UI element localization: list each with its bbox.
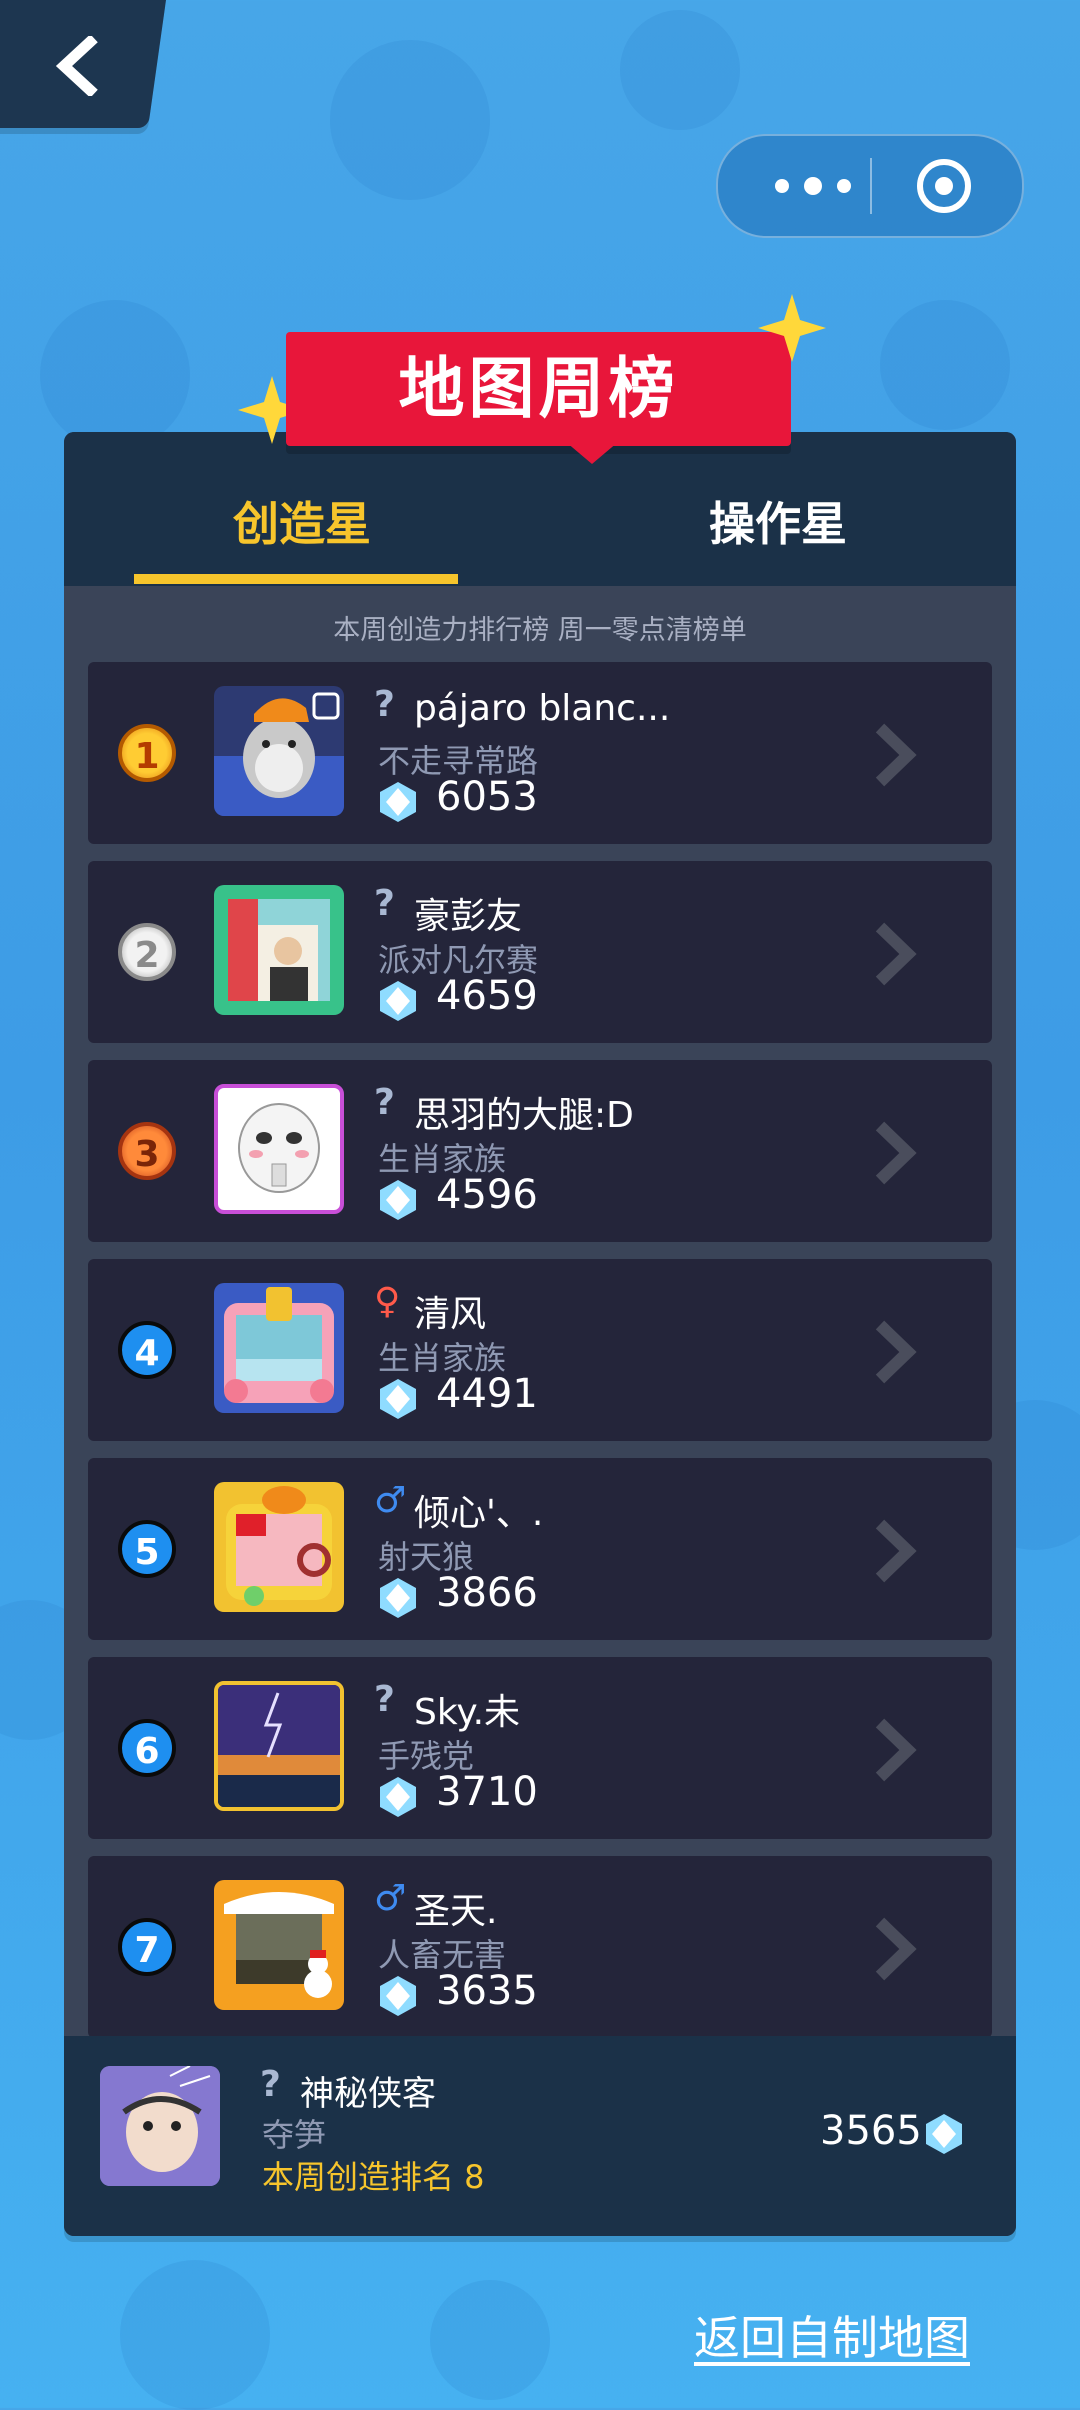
creation-score: 4659 [436, 973, 538, 1019]
ranking-row[interactable]: 7 ♂ 圣天. 人畜无害 3635 [88, 1856, 992, 2038]
chevron-right-icon[interactable] [864, 1715, 924, 1785]
gender-unknown-icon: ? [374, 883, 395, 924]
my-team: 夺笋 [262, 2116, 327, 2154]
title-banner: 地图周榜 [236, 292, 836, 492]
player-name: pájaro blanc... [414, 688, 671, 729]
avatar [214, 1482, 344, 1612]
diamond-icon [380, 1777, 416, 1817]
star-icon [758, 294, 826, 362]
gender-female-icon: ♀ [374, 1281, 401, 1322]
ranking-row[interactable]: 6 ? Sky.未 手残党 3710 [88, 1657, 992, 1839]
player-name: 思羽的大腿:D [414, 1095, 634, 1136]
rank-badge: 6 [118, 1719, 176, 1777]
chevron-right-icon[interactable] [864, 1516, 924, 1586]
diamond-icon [380, 981, 416, 1021]
diamond-icon [380, 1180, 416, 1220]
my-avatar [100, 2066, 220, 2186]
gender-unknown-icon: ? [374, 684, 395, 725]
miniprogram-capsule [716, 134, 1024, 238]
avatar [214, 885, 344, 1015]
creation-score: 4491 [436, 1371, 538, 1417]
gender-unknown-icon: ? [260, 2064, 281, 2105]
rank-badge: 7 [118, 1918, 176, 1976]
avatar [214, 1681, 344, 1811]
creation-score: 4596 [436, 1172, 538, 1218]
ranking-row[interactable]: 2 ? 豪彭友 派对凡尔赛 4659 [88, 861, 992, 1043]
my-weekly-rank: 本周创造排名 8 [262, 2158, 485, 2196]
chevron-right-icon[interactable] [864, 919, 924, 989]
gender-male-icon: ♂ [374, 1878, 407, 1919]
avatar [214, 1283, 344, 1413]
diamond-icon [380, 1578, 416, 1618]
ranking-row[interactable]: 5 ♂ 倾心'、. 射天狼 3866 [88, 1458, 992, 1640]
creation-score: 3635 [436, 1968, 538, 2014]
page-title: 地图周榜 [398, 350, 679, 427]
ranking-row[interactable]: 1 ? pájaro blanc... 不走寻常路 6053 [88, 662, 992, 844]
tab-creator-star[interactable]: 创造星 [64, 488, 540, 554]
my-name: 神秘侠客 [300, 2074, 436, 2114]
chevron-left-icon [55, 36, 98, 96]
player-name: 清风 [414, 1294, 487, 1335]
diamond-icon [380, 1379, 416, 1419]
active-tab-indicator [134, 574, 458, 584]
leaderboard-subtitle: 本周创造力排行榜 周一零点清榜单 [333, 615, 747, 646]
avatar [214, 1880, 344, 2010]
gender-male-icon: ♂ [374, 1480, 407, 1521]
player-name: Sky.未 [414, 1692, 521, 1733]
creation-score: 6053 [436, 774, 538, 820]
more-dots-icon[interactable] [768, 170, 858, 202]
rank-badge: 4 [118, 1321, 176, 1379]
capsule-divider [870, 158, 872, 214]
gender-unknown-icon: ? [374, 1082, 395, 1123]
return-to-custom-maps-link[interactable]: 返回自制地图 [694, 2302, 970, 2368]
gender-unknown-icon: ? [374, 1679, 395, 1720]
player-name: 豪彭友 [414, 896, 523, 937]
diamond-icon [926, 2114, 962, 2154]
chevron-right-icon[interactable] [864, 720, 924, 790]
chevron-right-icon[interactable] [864, 1914, 924, 1984]
rank-badge-bronze: 3 [118, 1122, 176, 1180]
target-circle-icon[interactable] [914, 156, 974, 216]
diamond-icon [380, 782, 416, 822]
ranking-row[interactable]: 3 ? 思羽的大腿:D 生肖家族 4596 [88, 1060, 992, 1242]
my-rank-bar[interactable]: ? 神秘侠客 夺笋 本周创造排名 8 3565 [64, 2036, 1016, 2236]
avatar [214, 686, 344, 816]
ranking-list[interactable]: 1 ? pájaro blanc... 不走寻常路 6053 2 ? 豪彭友 派… [88, 662, 992, 2046]
diamond-icon [380, 1976, 416, 2016]
rank-badge-silver: 2 [118, 923, 176, 981]
ranking-row[interactable]: 4 ♀ 清风 生肖家族 4491 [88, 1259, 992, 1441]
creation-score: 3710 [436, 1769, 538, 1815]
player-name: 圣天. [414, 1891, 498, 1932]
chevron-right-icon[interactable] [864, 1118, 924, 1188]
rank-badge-gold: 1 [118, 724, 176, 782]
avatar [214, 1084, 344, 1214]
player-name: 倾心'、. [414, 1493, 544, 1534]
my-score: 3565 [820, 2108, 922, 2154]
rank-badge: 5 [118, 1520, 176, 1578]
tab-operator-star[interactable]: 操作星 [540, 488, 1016, 554]
creation-score: 3866 [436, 1570, 538, 1616]
leaderboard-panel: 创造星 操作星 本周创造力排行榜 周一零点清榜单 1 ? pájaro blan… [64, 432, 1016, 2236]
chevron-right-icon[interactable] [864, 1317, 924, 1387]
